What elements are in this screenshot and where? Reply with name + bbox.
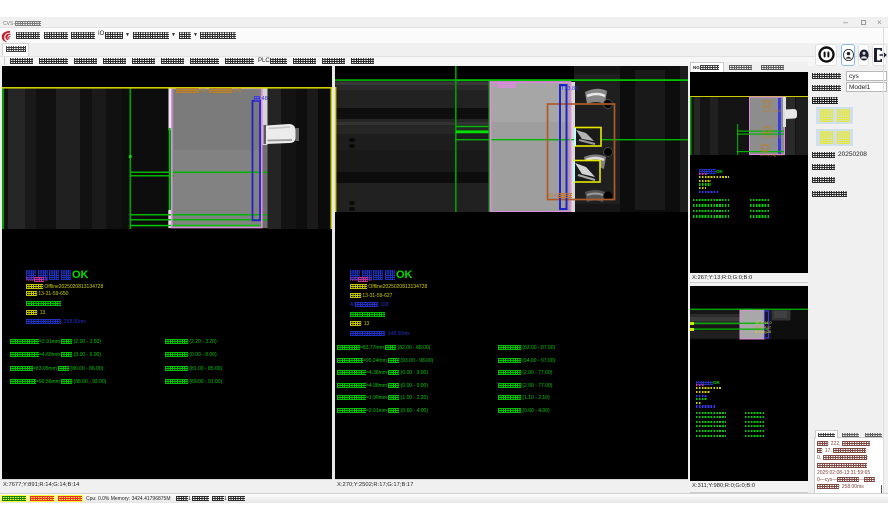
svg-text:22.41,Ag:1.0: 22.41,Ag:1.0 bbox=[760, 152, 783, 157]
svg-text:6.2,Ag28: 6.2,Ag28 bbox=[755, 329, 772, 334]
svg-text:23.05,62.1: 23.05,62.1 bbox=[762, 134, 782, 139]
svg-text:12.47,34.2: 12.47,34.2 bbox=[762, 108, 782, 113]
